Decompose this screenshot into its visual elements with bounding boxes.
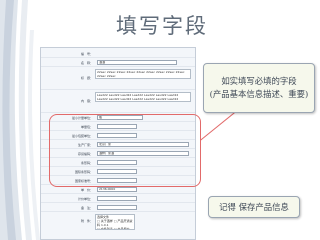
attachment-field[interactable]: 选择文件 □ 关于酒样 □ 产品开通资料 1.0.1 □ 文件列表 □ 本月报价 <box>95 214 135 230</box>
field-label: 计价单位： <box>77 197 93 201</box>
field-label: 备 注： <box>80 206 93 210</box>
slide-title: 填写字段 <box>116 14 208 38</box>
required-fields-callout: 如实填写必填的字段 (产品基本信息描述、重要) <box>203 63 315 113</box>
field-label: 标 题： <box>80 76 93 80</box>
form-row-attachment: 附 件： 选择文件 □ 关于酒样 □ 产品开通资料 1.0.1 □ 文件列表 □… <box>41 213 195 233</box>
form-row-remark: 备 注： <box>41 204 195 212</box>
form-row-title: 标 题： 22sec 22sec 22sec 22sec 22sec 22sec… <box>41 68 195 90</box>
save-reminder-callout: 记得 保存产品信息 <box>208 196 300 218</box>
title-field[interactable]: 22sec 22sec 22sec 22sec 22sec 22sec 22se… <box>95 69 191 79</box>
highlight-connector <box>200 112 235 141</box>
required-fields-highlight <box>49 114 201 187</box>
content-field[interactable]: Lasd22 Lasd22 Lasd22 Lasd22 Lasd22 Lasd2… <box>95 92 191 102</box>
field-label: 单 价： <box>80 188 93 192</box>
field-label: 附 件： <box>80 219 93 223</box>
remark-field[interactable] <box>97 205 137 210</box>
pricing-unit-field[interactable] <box>97 196 137 201</box>
form-row-code: 编 号： <box>41 50 195 58</box>
form-row-price: 单 价： 2136.0000 <box>41 186 195 194</box>
callout-line-2: (产品基本信息描述、重要) <box>209 89 309 99</box>
field-label: 编 号： <box>80 52 93 56</box>
code-field <box>97 51 98 56</box>
price-field[interactable]: 2136.0000 <box>97 187 137 192</box>
field-label: 名 称： <box>80 61 93 65</box>
form-row-content: 内 容： Lasd22 Lasd22 Lasd22 Lasd22 Lasd22 … <box>41 91 195 113</box>
form-row-pricing-unit: 计价单位： <box>41 195 195 203</box>
callout-line-1: 如实填写必填的字段 <box>221 76 297 86</box>
field-label: 内 容： <box>80 99 93 103</box>
form-row-name: 名 称： 酒酒 <box>41 59 195 67</box>
name-field[interactable]: 酒酒 <box>97 60 177 65</box>
